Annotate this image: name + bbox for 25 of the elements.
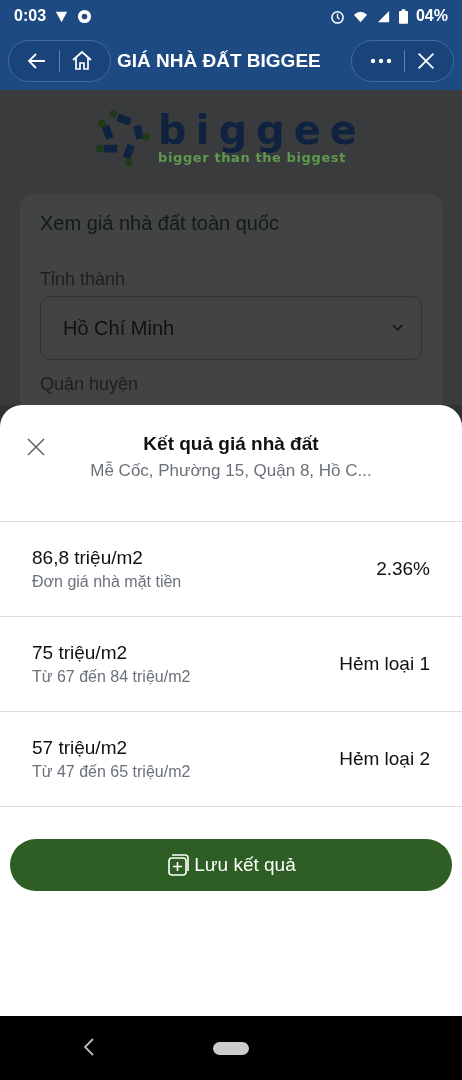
more-icon <box>368 57 394 65</box>
price-text: 57 triệu/m2 <box>32 737 129 759</box>
chevron-down-icon <box>392 324 403 332</box>
price-text: 86,8 triệu/m2 <box>32 547 144 569</box>
price-detail: Từ 67 đến 84 triệu/m2 <box>32 668 191 686</box>
close-icon <box>415 50 437 72</box>
save-button[interactable]: Lưu kết quả <box>10 839 452 891</box>
battery-percent: 04% <box>415 7 448 25</box>
toolbar-title: GIÁ NHÀ ĐẤT BIGGEE <box>117 50 322 72</box>
price-category: Hẻm loại 2 <box>339 748 430 770</box>
price-detail: Từ 47 đến 65 triệu/m2 <box>32 763 191 781</box>
alarm-icon <box>329 8 345 24</box>
status-time: 0:03 <box>14 7 47 25</box>
logo-tagline: bigger than the biggest <box>158 149 346 165</box>
battery-icon <box>398 8 408 24</box>
price-detail: Đơn giá nhà mặt tiền <box>32 573 182 591</box>
price-category: 2.36% <box>376 558 430 580</box>
back-chevron-icon <box>84 1037 94 1056</box>
home-button[interactable] <box>213 1041 249 1055</box>
price-text: 75 triệu/m2 <box>32 642 129 664</box>
home-icon <box>70 49 94 73</box>
sheet-subtitle: Mễ Cốc, Phường 15, Quận 8, Hồ C... <box>90 461 372 481</box>
price-category: Hẻm loại 1 <box>339 653 430 675</box>
sheet-title: Kết quả giá nhà đất <box>142 433 320 455</box>
add-icon <box>166 853 191 877</box>
